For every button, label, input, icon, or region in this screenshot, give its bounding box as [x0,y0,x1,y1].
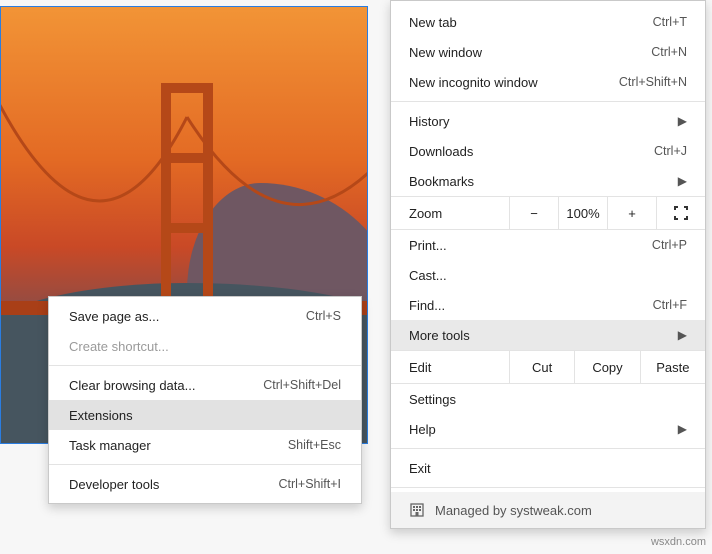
menu-history[interactable]: History ▶ [391,106,705,136]
menu-bookmarks[interactable]: Bookmarks ▶ [391,166,705,196]
menu-label: New tab [409,15,653,30]
menu-settings[interactable]: Settings [391,384,705,414]
separator [391,101,705,102]
chevron-right-icon: ▶ [678,114,687,128]
menu-new-window[interactable]: New window Ctrl+N [391,37,705,67]
menu-zoom: Zoom − 100% + [391,196,705,230]
menu-help[interactable]: Help ▶ [391,414,705,444]
watermark: wsxdn.com [651,536,706,548]
submenu-create-shortcut[interactable]: Create shortcut... [49,331,361,361]
menu-new-incognito[interactable]: New incognito window Ctrl+Shift+N [391,67,705,97]
chevron-right-icon: ▶ [678,174,687,188]
menu-edit: Edit Cut Copy Paste [391,350,705,384]
zoom-out-button[interactable]: − [509,197,558,229]
submenu-clear-browsing-data[interactable]: Clear browsing data... Ctrl+Shift+Del [49,370,361,400]
zoom-value: 100% [558,197,607,229]
zoom-label: Zoom [391,206,509,221]
separator [49,464,361,465]
menu-cast[interactable]: Cast... [391,260,705,290]
separator [49,365,361,366]
fullscreen-button[interactable] [656,197,705,229]
menu-find[interactable]: Find... Ctrl+F [391,290,705,320]
more-tools-submenu: Save page as... Ctrl+S Create shortcut..… [48,296,362,504]
menu-shortcut: Ctrl+T [653,15,687,29]
edit-copy-button[interactable]: Copy [574,351,639,383]
edit-paste-button[interactable]: Paste [640,351,705,383]
submenu-save-page[interactable]: Save page as... Ctrl+S [49,301,361,331]
chevron-right-icon: ▶ [678,328,687,342]
chrome-main-menu: New tab Ctrl+T New window Ctrl+N New inc… [390,0,706,529]
submenu-developer-tools[interactable]: Developer tools Ctrl+Shift+I [49,469,361,499]
chevron-right-icon: ▶ [678,422,687,436]
edit-cut-button[interactable]: Cut [509,351,574,383]
building-icon [409,502,425,518]
menu-exit[interactable]: Exit [391,453,705,483]
menu-new-tab[interactable]: New tab Ctrl+T [391,7,705,37]
submenu-task-manager[interactable]: Task manager Shift+Esc [49,430,361,460]
edit-label: Edit [391,351,509,383]
menu-managed-by[interactable]: Managed by systweak.com [391,492,705,528]
submenu-extensions[interactable]: Extensions [49,400,361,430]
fullscreen-icon [674,206,688,220]
menu-downloads[interactable]: Downloads Ctrl+J [391,136,705,166]
menu-print[interactable]: Print... Ctrl+P [391,230,705,260]
separator [391,487,705,488]
menu-more-tools[interactable]: More tools ▶ [391,320,705,350]
zoom-in-button[interactable]: + [607,197,656,229]
managed-label: Managed by systweak.com [435,503,592,518]
separator [391,448,705,449]
